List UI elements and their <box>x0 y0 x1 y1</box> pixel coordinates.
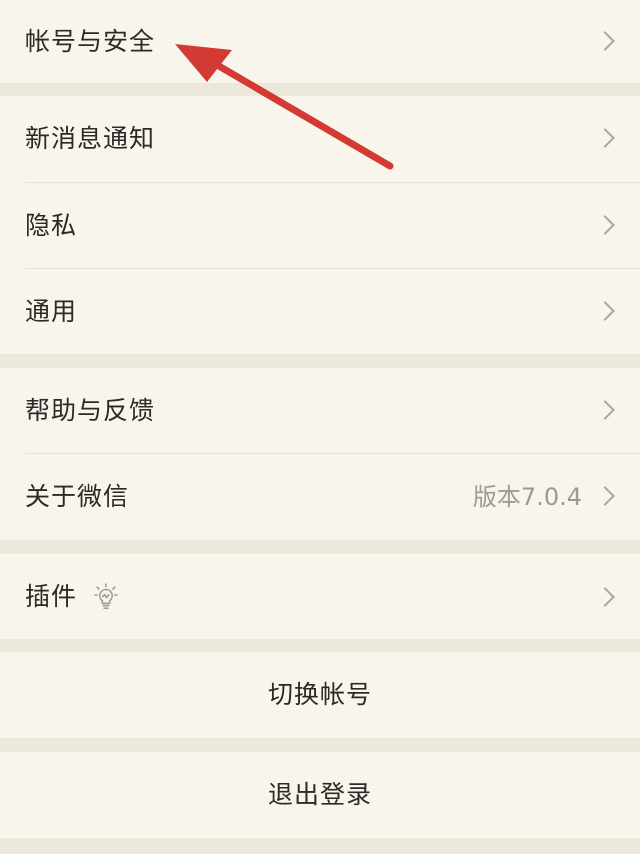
account-security-label: 帐号与安全 <box>25 27 156 56</box>
logout-button[interactable]: 退出登录 <box>0 752 640 838</box>
chevron-right-icon <box>595 215 615 235</box>
chevron-right-icon <box>595 31 615 51</box>
row-about[interactable]: 关于微信 版本7.0.4 <box>0 454 640 540</box>
plugins-group: 插件 <box>0 554 640 639</box>
notifications-label: 新消息通知 <box>25 124 156 153</box>
row-help-feedback[interactable]: 帮助与反馈 <box>0 368 640 454</box>
chevron-right-icon <box>595 587 615 607</box>
switch-account-button[interactable]: 切换帐号 <box>0 652 640 738</box>
plugins-label: 插件 <box>25 582 78 611</box>
row-privacy[interactable]: 隐私 <box>0 183 640 269</box>
account-security-group: 帐号与安全 <box>0 0 640 83</box>
general-label: 通用 <box>25 297 78 326</box>
help-feedback-label: 帮助与反馈 <box>25 396 156 425</box>
version-text: 版本7.0.4 <box>472 483 582 511</box>
about-label: 关于微信 <box>25 482 130 511</box>
chevron-right-icon <box>595 486 615 506</box>
logout-label: 退出登录 <box>267 780 372 809</box>
lightbulb-icon <box>94 583 118 610</box>
chevron-right-icon <box>595 128 615 148</box>
row-general[interactable]: 通用 <box>0 269 640 355</box>
preferences-group: 新消息通知 隐私 通用 <box>0 96 640 354</box>
chevron-right-icon <box>595 301 615 321</box>
switch-account-label: 切换帐号 <box>267 680 372 709</box>
privacy-label: 隐私 <box>25 211 78 240</box>
row-plugins[interactable]: 插件 <box>0 554 640 639</box>
row-account-security[interactable]: 帐号与安全 <box>0 0 640 83</box>
info-group: 帮助与反馈 关于微信 版本7.0.4 <box>0 368 640 540</box>
chevron-right-icon <box>595 400 615 420</box>
row-notifications[interactable]: 新消息通知 <box>0 96 640 182</box>
